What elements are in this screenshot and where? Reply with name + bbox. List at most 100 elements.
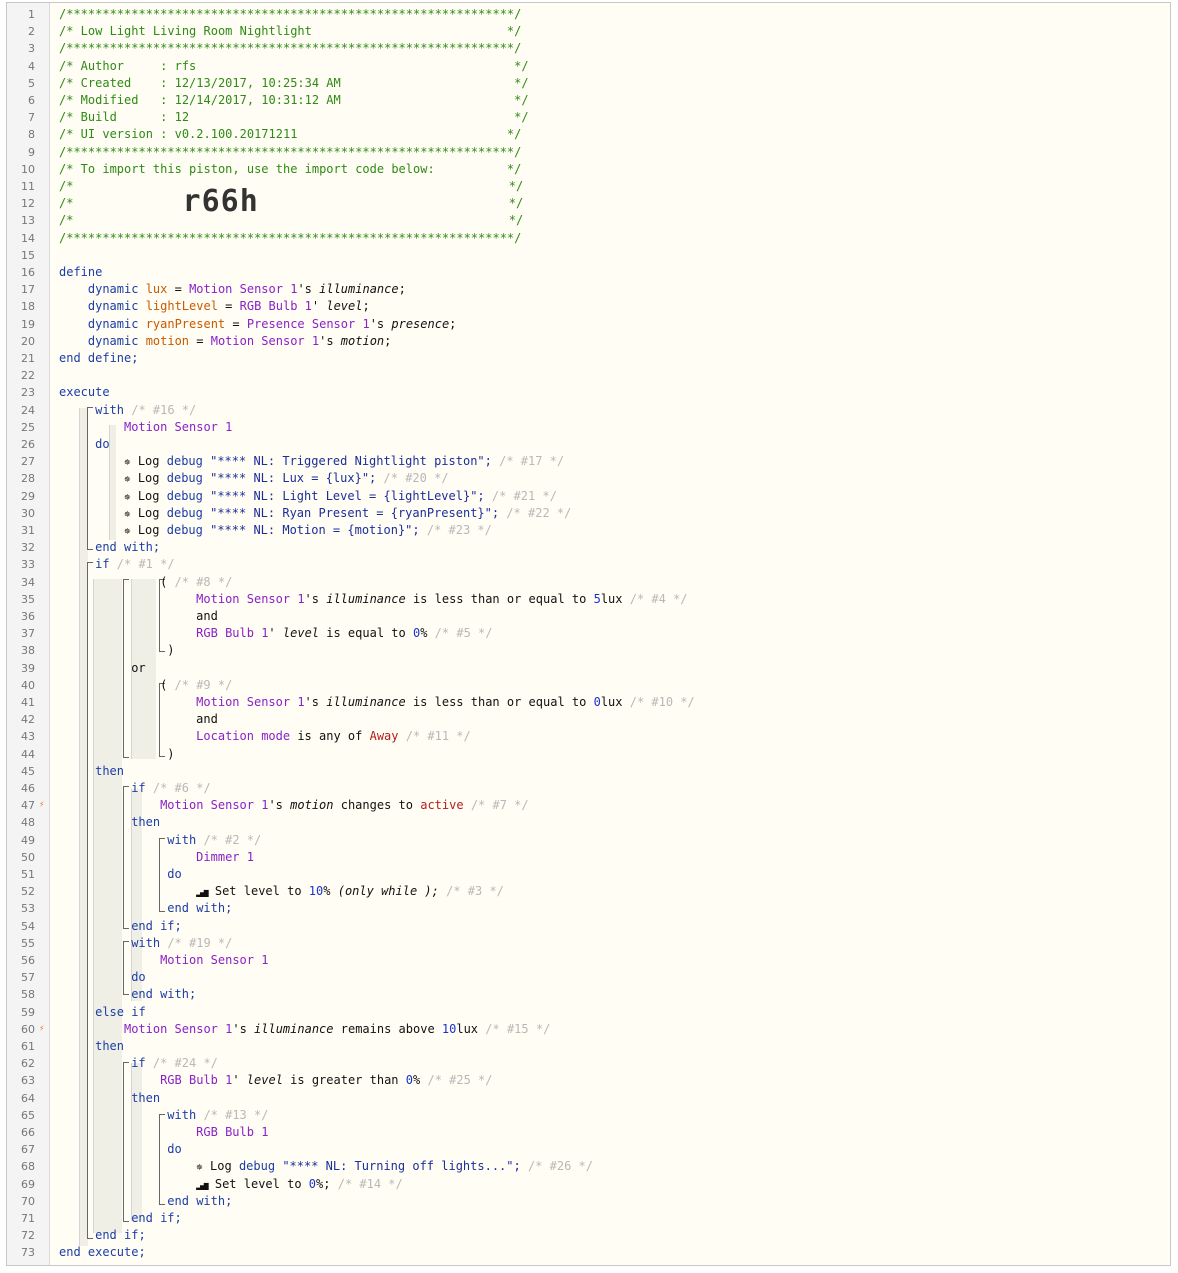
- code-line[interactable]: /***************************************…: [59, 6, 1170, 23]
- code-line[interactable]: dynamic lux = Motion Sensor 1's illumina…: [59, 281, 1170, 298]
- code-line[interactable]: do: [59, 866, 1170, 883]
- device-name[interactable]: RGB Bulb 1: [196, 1125, 268, 1139]
- code-line[interactable]: /***************************************…: [59, 230, 1170, 247]
- code-line[interactable]: RGB Bulb 1' level is greater than 0% /* …: [59, 1072, 1170, 1089]
- code-line[interactable]: end with;: [59, 900, 1170, 917]
- code-line[interactable]: /* Modified : 12/14/2017, 10:31:12 AM */: [59, 92, 1170, 109]
- code-line[interactable]: or: [59, 660, 1170, 677]
- code-line[interactable]: dynamic lightLevel = RGB Bulb 1' level;: [59, 298, 1170, 315]
- code-line[interactable]: ( /* #9 */: [59, 677, 1170, 694]
- code-line[interactable]: ( /* #8 */: [59, 574, 1170, 591]
- code-line[interactable]: /* UI version : v0.2.100.20171211 */: [59, 126, 1170, 143]
- code-line[interactable]: end execute;: [59, 1244, 1170, 1261]
- code-line[interactable]: Motion Sensor 1: [59, 419, 1170, 436]
- code-line[interactable]: then: [59, 814, 1170, 831]
- string-literal: "**** NL: Light Level = {lightLevel}";: [210, 488, 485, 503]
- code-line[interactable]: with /* #16 */: [59, 402, 1170, 419]
- code-line[interactable]: ): [59, 642, 1170, 659]
- device-name[interactable]: Motion Sensor 1: [196, 592, 304, 606]
- code-line[interactable]: do: [59, 1141, 1170, 1158]
- code-line[interactable]: then: [59, 1090, 1170, 1107]
- code-line[interactable]: /* Low Light Living Room Nightlight */: [59, 23, 1170, 40]
- device-name[interactable]: RGB Bulb 1: [240, 299, 312, 313]
- code-line[interactable]: /* Author : rfs */: [59, 58, 1170, 75]
- statement-comment: /* #10 */: [629, 695, 695, 709]
- code-line[interactable]: r66h */ /*: [59, 187, 1170, 217]
- device-name[interactable]: RGB Bulb 1: [160, 1073, 232, 1087]
- keyword: define: [59, 265, 103, 279]
- code-line[interactable]: dynamic ryanPresent = Presence Sensor 1'…: [59, 316, 1170, 333]
- code-line[interactable]: then: [59, 1038, 1170, 1055]
- code-line[interactable]: end with;: [59, 1193, 1170, 1210]
- piston-code-editor[interactable]: 1 2 3 4 5 6 7 8 9 10 11 12 13 14 15 16 17 18 19 20 21 22 23 24 2…: [6, 2, 1171, 1266]
- line-number: 18: [21, 300, 35, 314]
- code-line[interactable]: /* To import this piston, use the import…: [59, 161, 1170, 178]
- code-line[interactable]: end with;: [59, 539, 1170, 556]
- code-line[interactable]: ▂▄▆ Set level to 10% (only while ); /* #…: [59, 883, 1170, 900]
- code-line[interactable]: Dimmer 1: [59, 849, 1170, 866]
- code-line[interactable]: ✵ Log debug "**** NL: Lux = {lux}"; /* #…: [59, 470, 1170, 487]
- code-line[interactable]: end if;: [59, 1210, 1170, 1227]
- code-line[interactable]: if /* #1 */: [59, 556, 1170, 573]
- code-line[interactable]: ▂▄▆ Set level to 0%; /* #14 */: [59, 1176, 1170, 1193]
- code-line[interactable]: Motion Sensor 1's motion changes to acti…: [59, 797, 1170, 814]
- code-line[interactable]: do: [59, 969, 1170, 986]
- code-line[interactable]: execute: [59, 384, 1170, 401]
- device-name[interactable]: Motion Sensor 1: [160, 953, 268, 967]
- code-text: 's: [304, 591, 319, 606]
- code-line[interactable]: [59, 247, 1170, 264]
- code-line[interactable]: ): [59, 746, 1170, 763]
- code-line[interactable]: Motion Sensor 1's illuminance is less th…: [59, 694, 1170, 711]
- code-line[interactable]: and: [59, 608, 1170, 625]
- code-line[interactable]: /* Created : 12/13/2017, 10:25:34 AM */: [59, 75, 1170, 92]
- line-number: 41: [21, 696, 35, 709]
- code-line[interactable]: RGB Bulb 1' level is equal to 0% /* #5 *…: [59, 625, 1170, 642]
- code-line[interactable]: if /* #6 */: [59, 780, 1170, 797]
- code-line[interactable]: RGB Bulb 1: [59, 1124, 1170, 1141]
- device-name[interactable]: Motion Sensor 1: [124, 420, 232, 434]
- device-name[interactable]: Motion Sensor 1: [189, 282, 297, 296]
- code-line[interactable]: and: [59, 711, 1170, 728]
- code-line[interactable]: */ /*: [59, 212, 1170, 229]
- code-line[interactable]: Motion Sensor 1: [59, 952, 1170, 969]
- code-line[interactable]: ✵ Log debug "**** NL: Triggered Nightlig…: [59, 453, 1170, 470]
- code-line[interactable]: end with;: [59, 986, 1170, 1003]
- code-line[interactable]: end if;: [59, 1227, 1170, 1244]
- code-line[interactable]: end if;: [59, 918, 1170, 935]
- string-literal: "**** NL: Ryan Present = {ryanPresent}";: [210, 505, 500, 520]
- code-line[interactable]: dynamic motion = Motion Sensor 1's motio…: [59, 333, 1170, 350]
- code-line[interactable]: Motion Sensor 1's illuminance is less th…: [59, 591, 1170, 608]
- code-line[interactable]: if /* #24 */: [59, 1055, 1170, 1072]
- header-comment: /***************************************…: [59, 144, 522, 159]
- code-line[interactable]: end define;: [59, 350, 1170, 367]
- code-line[interactable]: ✵ Log debug "**** NL: Ryan Present = {ry…: [59, 505, 1170, 522]
- code-line[interactable]: do: [59, 436, 1170, 453]
- code-line[interactable]: [59, 367, 1170, 384]
- code-line[interactable]: /***************************************…: [59, 144, 1170, 161]
- device-name[interactable]: Dimmer 1: [196, 850, 254, 864]
- code-line[interactable]: Location mode is any of Away /* #11 */: [59, 728, 1170, 745]
- code-line[interactable]: else if: [59, 1004, 1170, 1021]
- device-name[interactable]: Location mode: [196, 729, 290, 743]
- code-line[interactable]: with /* #13 */: [59, 1107, 1170, 1124]
- device-name[interactable]: Presence Sensor 1: [247, 317, 370, 331]
- line-number: 33: [21, 558, 35, 572]
- device-name[interactable]: Motion Sensor 1: [211, 334, 319, 348]
- gutter-row: 51: [7, 866, 49, 883]
- device-name[interactable]: Motion Sensor 1: [160, 798, 268, 812]
- gutter-row: 10: [7, 161, 49, 178]
- code-line[interactable]: with /* #2 */: [59, 832, 1170, 849]
- code-line[interactable]: ✵ Log debug "**** NL: Turning off lights…: [59, 1158, 1170, 1175]
- gutter-row: 33: [7, 556, 49, 573]
- code-line[interactable]: then: [59, 763, 1170, 780]
- device-name[interactable]: Motion Sensor 1: [196, 695, 304, 709]
- device-name[interactable]: Motion Sensor 1: [124, 1022, 232, 1036]
- code-line[interactable]: /***************************************…: [59, 40, 1170, 57]
- code-line[interactable]: /* Build : 12 */: [59, 109, 1170, 126]
- code-line[interactable]: ✵ Log debug "**** NL: Light Level = {lig…: [59, 488, 1170, 505]
- device-name[interactable]: RGB Bulb 1: [196, 626, 268, 640]
- code-line[interactable]: define: [59, 264, 1170, 281]
- code-line[interactable]: with /* #19 */: [59, 935, 1170, 952]
- code-line[interactable]: Motion Sensor 1's illuminance remains ab…: [59, 1021, 1170, 1038]
- code-line[interactable]: ✵ Log debug "**** NL: Motion = {motion}"…: [59, 522, 1170, 539]
